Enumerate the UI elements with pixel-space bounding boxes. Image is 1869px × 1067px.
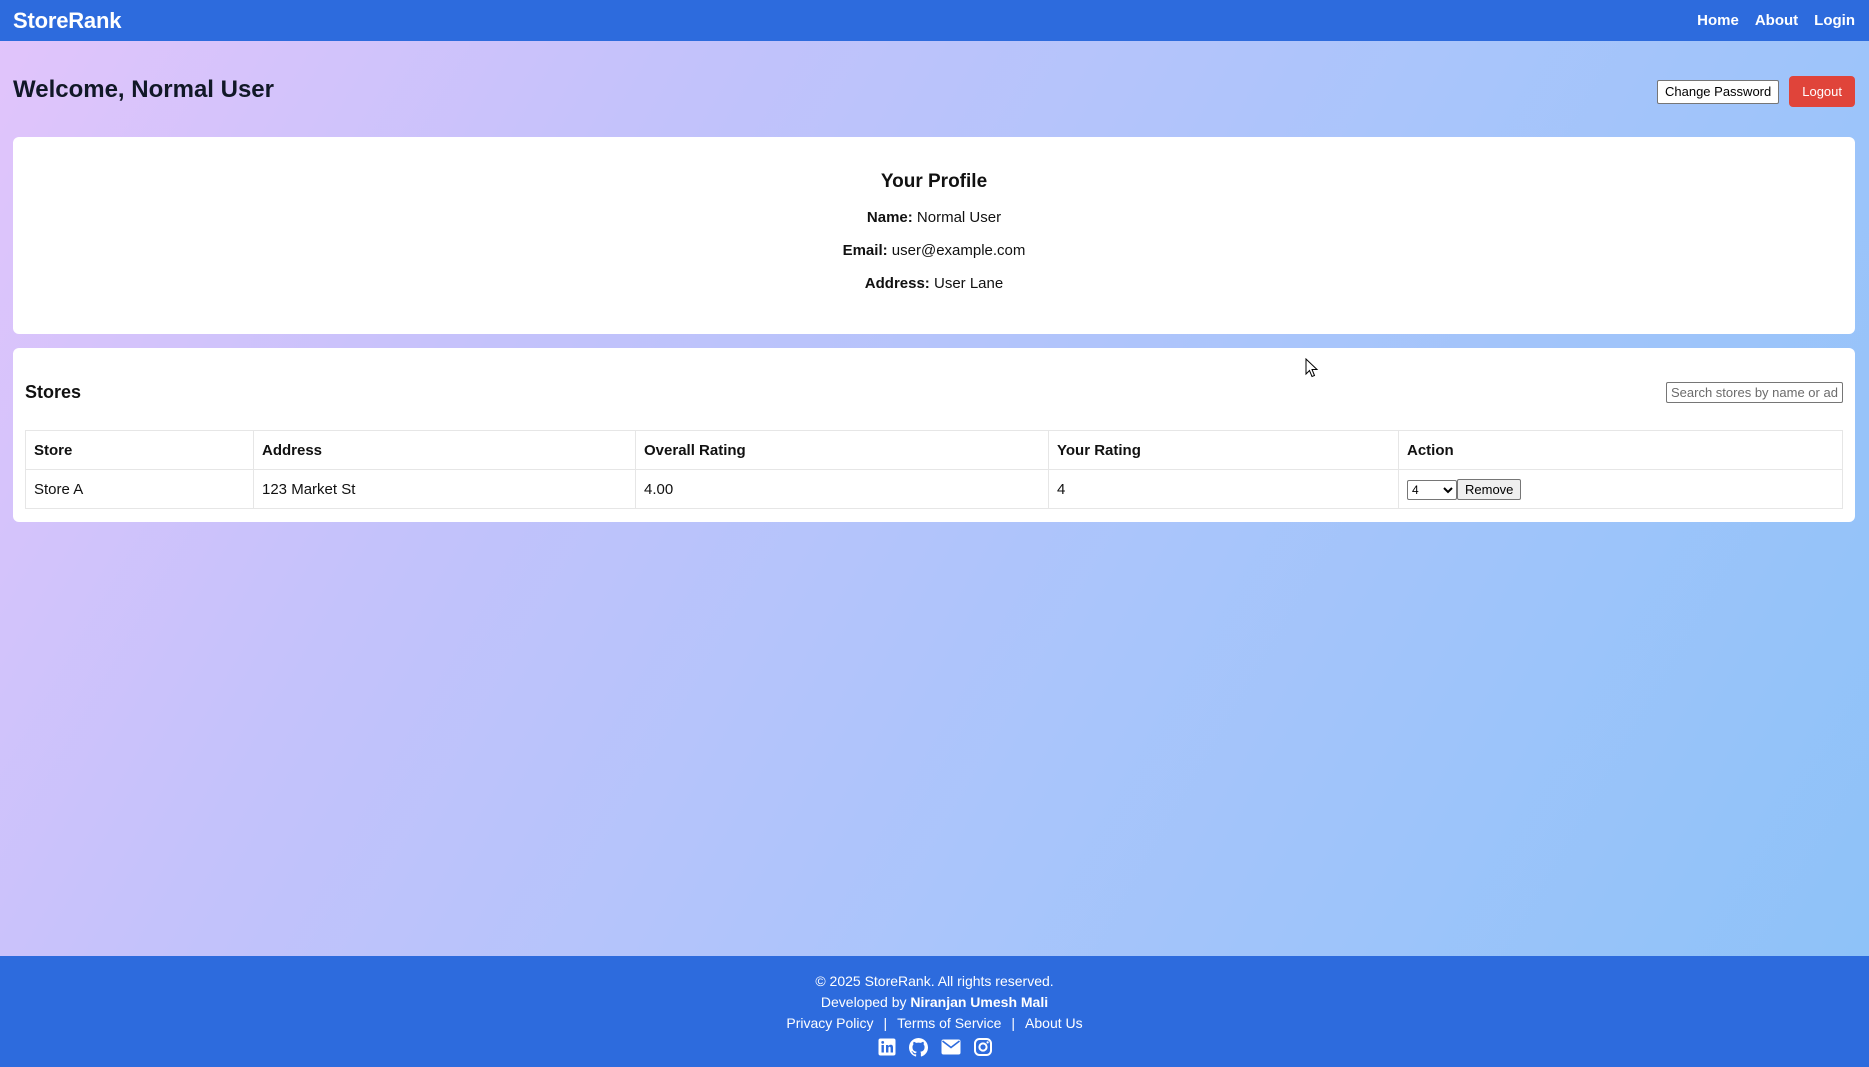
brand-logo[interactable]: StoreRank — [13, 8, 121, 34]
stores-table: Store Address Overall Rating Your Rating… — [25, 430, 1843, 509]
footer-developer: Developed by Niranjan Umesh Mali — [0, 994, 1869, 1010]
profile-name-value: Normal User — [916, 209, 1002, 226]
github-icon[interactable] — [908, 1036, 930, 1058]
profile-name: Name: Normal User — [13, 209, 1855, 226]
action-cell: 4 Remove — [1398, 469, 1843, 509]
social-icons — [0, 1036, 1869, 1058]
column-header-overall-rating: Overall Rating — [635, 430, 1049, 470]
profile-address: Address: User Lane — [13, 275, 1855, 292]
footer-developed-prefix: Developed by — [820, 994, 907, 1010]
remove-rating-button[interactable]: Remove — [1457, 478, 1522, 500]
profile-email-label: Email: — [842, 242, 888, 259]
rating-select[interactable]: 4 — [1407, 479, 1457, 500]
footer: © 2025 StoreRank. All rights reserved. D… — [0, 956, 1869, 1067]
profile-card: Your Profile Name: Normal User Email: us… — [13, 137, 1855, 334]
email-icon[interactable] — [940, 1036, 962, 1058]
profile-title: Your Profile — [880, 171, 988, 192]
change-password-button[interactable]: Change Password — [1657, 79, 1780, 104]
instagram-icon[interactable] — [972, 1036, 994, 1058]
nav-about-link[interactable]: About — [1755, 12, 1798, 29]
privacy-policy-link[interactable]: Privacy Policy — [786, 1015, 873, 1031]
footer-separator: | — [1011, 1015, 1016, 1031]
footer-links: Privacy Policy | Terms of Service | Abou… — [0, 1015, 1869, 1031]
search-input[interactable] — [1666, 382, 1843, 403]
column-header-address: Address — [253, 430, 636, 470]
column-header-action: Action — [1398, 430, 1843, 470]
footer-copyright: © 2025 StoreRank. All rights reserved. — [815, 973, 1054, 989]
about-us-link[interactable]: About Us — [1025, 1015, 1083, 1031]
profile-address-value: User Lane — [933, 275, 1004, 292]
page-title: Welcome, Normal User — [13, 76, 274, 103]
stores-title: Stores — [25, 382, 82, 402]
logout-button[interactable]: Logout — [1789, 76, 1855, 107]
column-header-store: Store — [25, 430, 254, 470]
column-header-your-rating: Your Rating — [1048, 430, 1399, 470]
mouse-cursor-icon — [1305, 358, 1319, 378]
table-header-row: Store Address Overall Rating Your Rating… — [25, 430, 1843, 470]
stores-card: Stores Store Address Overall Rating Your… — [13, 348, 1855, 522]
nav-links: Home About Login — [1697, 12, 1855, 29]
profile-email-value: user@example.com — [891, 242, 1026, 259]
your-rating-cell: 4 — [1048, 469, 1399, 509]
nav-login-link[interactable]: Login — [1814, 12, 1855, 29]
footer-separator: | — [883, 1015, 888, 1031]
profile-name-label: Name: — [866, 209, 913, 226]
terms-of-service-link[interactable]: Terms of Service — [897, 1015, 1001, 1031]
footer-developer-name: Niranjan Umesh Mali — [910, 994, 1049, 1010]
navbar: StoreRank Home About Login — [0, 0, 1869, 41]
nav-home-link[interactable]: Home — [1697, 12, 1739, 29]
table-row: Store A 123 Market St 4.00 4 4 Remove — [25, 469, 1843, 509]
overall-rating-cell: 4.00 — [635, 469, 1049, 509]
profile-address-label: Address: — [864, 275, 930, 292]
linkedin-icon[interactable] — [876, 1036, 898, 1058]
store-address-cell: 123 Market St — [253, 469, 636, 509]
store-name-cell: Store A — [25, 469, 254, 509]
profile-email: Email: user@example.com — [13, 242, 1855, 259]
header-actions: Change Password Logout — [1657, 76, 1855, 107]
